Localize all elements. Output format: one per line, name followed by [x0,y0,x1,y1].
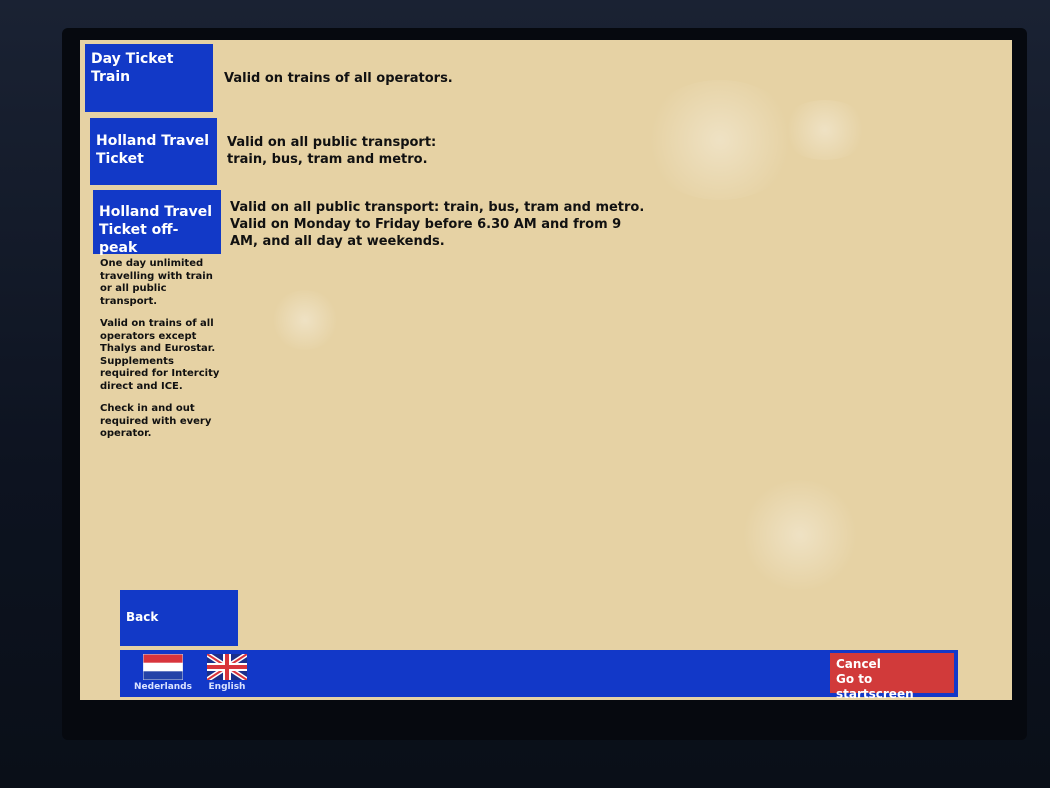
description-line: Valid on trains of all operators. [224,71,453,86]
ticket-description-holland-travel-off-peak: Valid on all public transport: train, bu… [230,199,650,250]
kiosk-screen: Day Ticket Train Valid on trains of all … [80,40,1012,700]
ticket-label-line: Train [91,69,131,85]
info-paragraph: Check in and out required with every ope… [100,403,212,439]
screen-glare [640,80,800,200]
back-button-label: Back [126,610,159,624]
ticket-description-holland-travel-ticket: Valid on all public transport: train, bu… [227,134,627,168]
ticket-label-line: Day Ticket [91,51,174,67]
language-button-nederlands[interactable]: Nederlands [132,654,194,692]
info-paragraph: One day unlimited travelling with train … [100,258,213,307]
dutch-flag-icon [143,654,183,680]
ticket-label-line: Ticket [96,151,144,167]
cancel-button[interactable]: Cancel Go to startscreen [830,653,954,700]
ticket-description-day-ticket-train: Valid on trains of all operators. [224,70,624,87]
screen-glare [740,480,860,590]
cancel-sublabel: Go to startscreen [836,672,914,700]
ticket-label-line: Holland Travel [99,204,213,220]
ticket-button-holland-travel-ticket[interactable]: Holland Travel Ticket [90,118,217,185]
back-button[interactable]: Back [120,590,238,646]
screen-glare [270,290,340,350]
description-line: Valid on Monday to Friday before 6.30 AM… [230,217,622,232]
ticket-info-panel: One day unlimited travelling with train … [100,258,230,451]
language-button-english[interactable]: English [202,654,252,692]
description-line: AM, and all day at weekends. [230,234,445,249]
cancel-label: Cancel [836,657,881,671]
kiosk-bezel: Day Ticket Train Valid on trains of all … [0,0,1050,788]
language-label: English [208,682,246,692]
ticket-button-day-ticket-train[interactable]: Day Ticket Train [85,44,213,112]
ticket-label-line: Holland Travel [96,133,210,149]
description-line: Valid on all public transport: train, bu… [230,200,645,215]
description-line: Valid on all public transport: [227,135,437,150]
language-label: Nederlands [134,682,192,692]
description-line: train, bus, tram and metro. [227,152,428,167]
uk-flag-icon [207,654,247,680]
screen-glare [780,100,870,160]
info-paragraph: Valid on trains of all operators except … [100,318,220,392]
ticket-label-line: Ticket off-peak [99,222,179,256]
ticket-button-holland-travel-off-peak[interactable]: Holland Travel Ticket off-peak [93,190,221,256]
